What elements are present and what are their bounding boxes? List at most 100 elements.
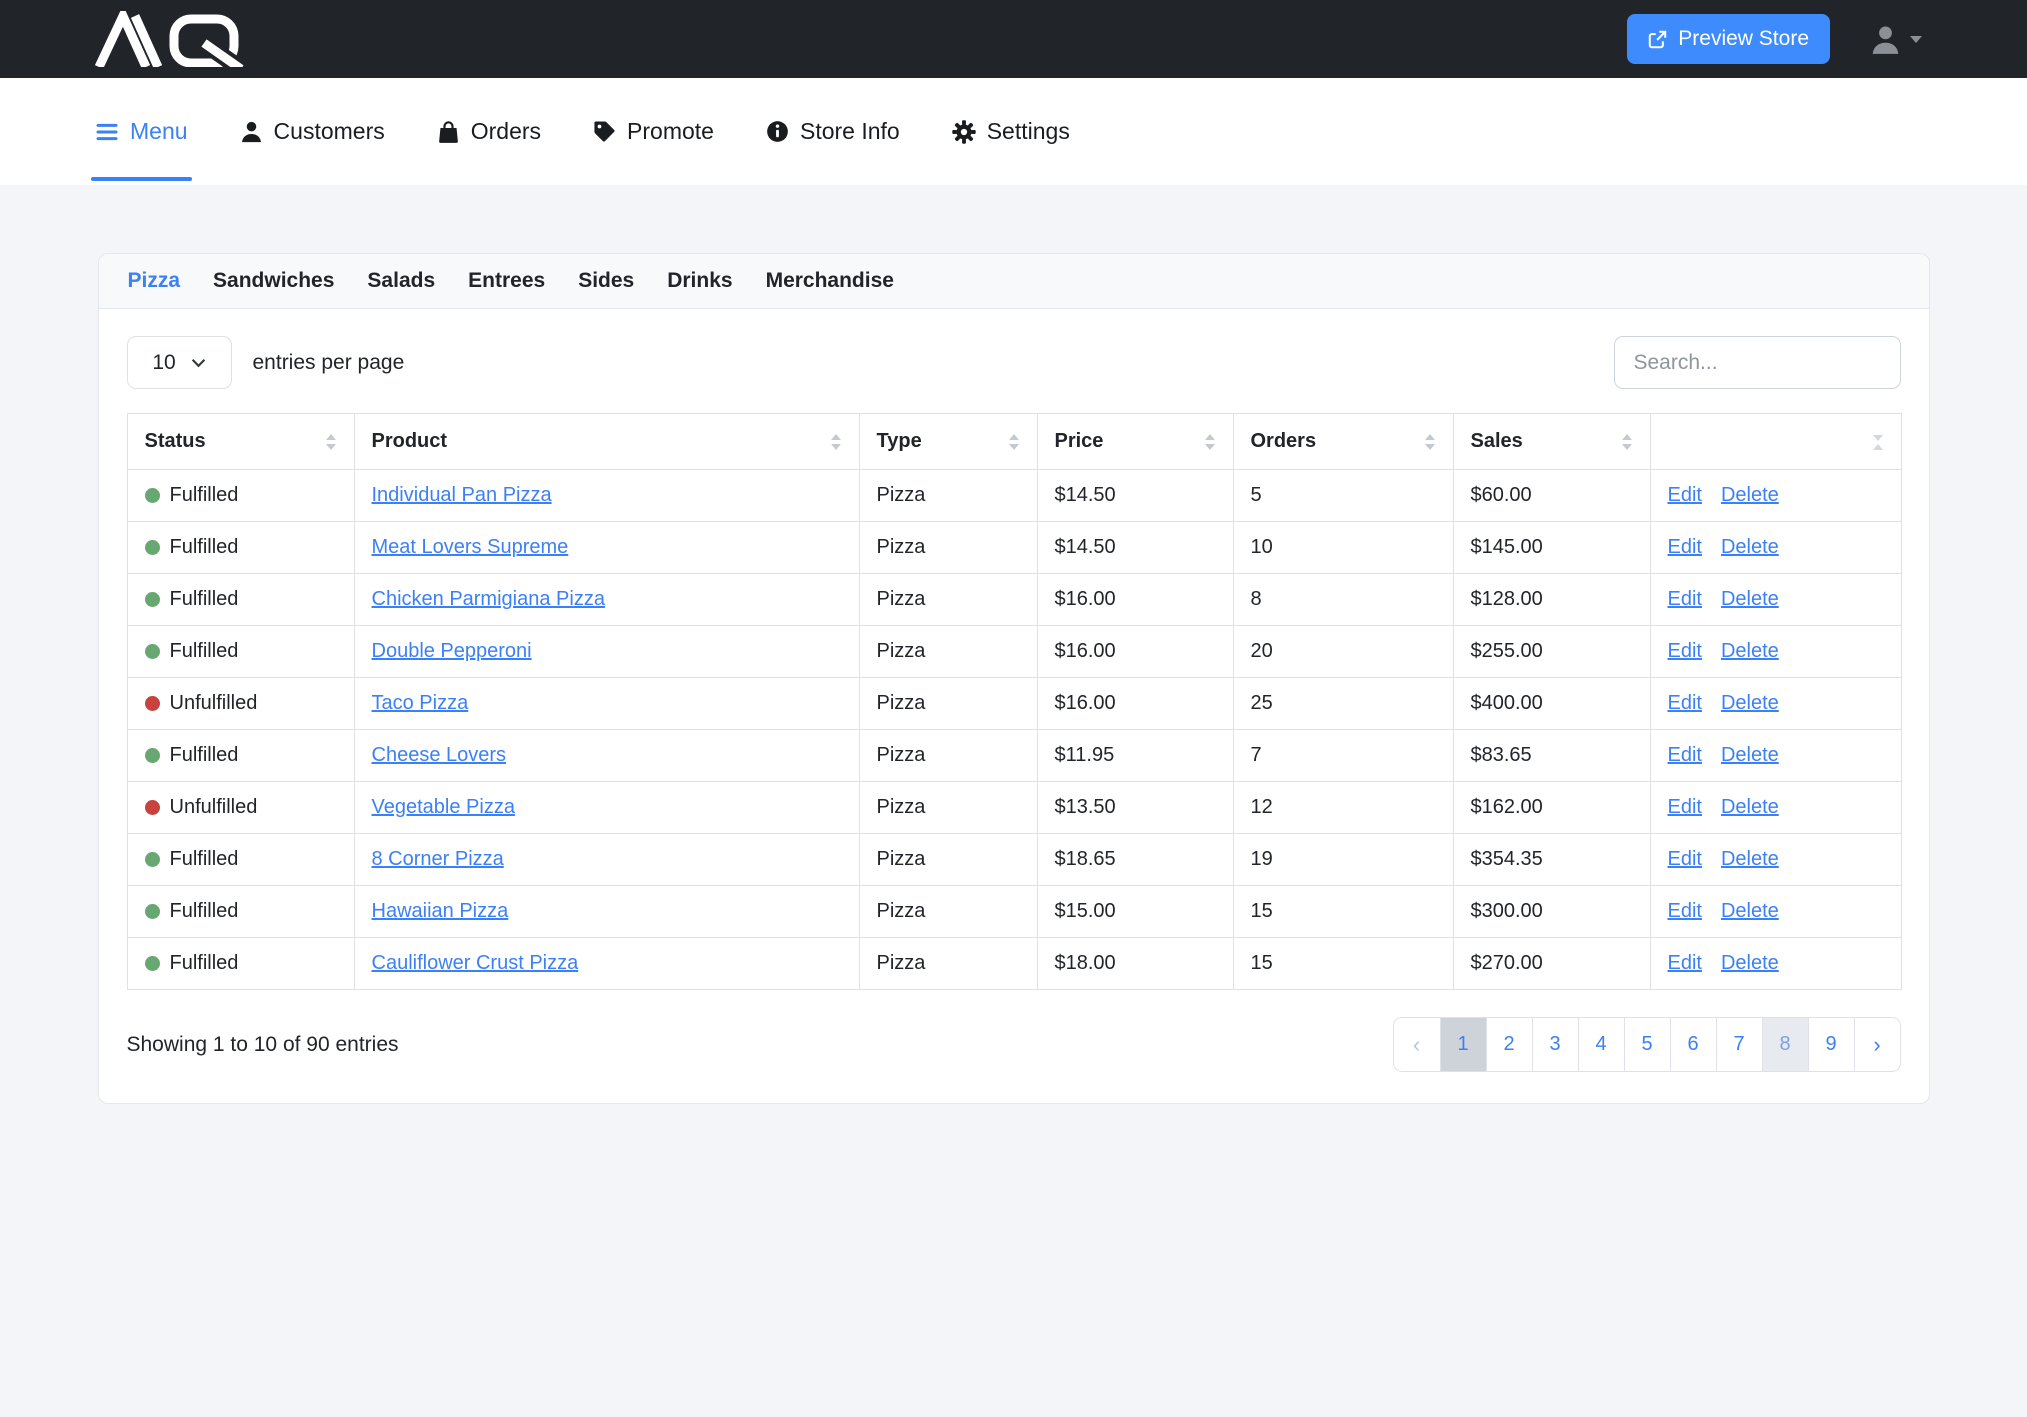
row-action-link[interactable]: Edit: [1668, 536, 1702, 558]
row-action-link[interactable]: Delete: [1721, 588, 1779, 610]
nav-item-label: Customers: [274, 118, 385, 145]
page-button[interactable]: 5: [1624, 1018, 1670, 1071]
row-action-link[interactable]: Edit: [1668, 848, 1702, 870]
row-action-link[interactable]: Delete: [1721, 640, 1779, 662]
sales-cell: $255.00: [1453, 626, 1650, 678]
product-link[interactable]: Individual Pan Pizza: [372, 484, 552, 506]
row-action-link[interactable]: Delete: [1721, 484, 1779, 506]
type-cell: Pizza: [859, 782, 1037, 834]
product-link[interactable]: Hawaiian Pizza: [372, 900, 509, 922]
status-cell: Unfulfilled: [127, 782, 354, 834]
row-action-link[interactable]: Delete: [1721, 536, 1779, 558]
row-action-link[interactable]: Edit: [1668, 744, 1702, 766]
hamburger-icon: [95, 120, 119, 144]
product-link[interactable]: Cheese Lovers: [372, 744, 507, 766]
row-action-link[interactable]: Delete: [1721, 900, 1779, 922]
row-action-link[interactable]: Edit: [1668, 692, 1702, 714]
page-button[interactable]: ‹: [1394, 1018, 1440, 1071]
user-menu[interactable]: [1870, 24, 1922, 55]
row-action-link[interactable]: Edit: [1668, 952, 1702, 974]
column-header-orders[interactable]: Orders: [1233, 414, 1453, 470]
product-link[interactable]: 8 Corner Pizza: [372, 848, 504, 870]
column-header-price[interactable]: Price: [1037, 414, 1233, 470]
product-link[interactable]: Chicken Parmigiana Pizza: [372, 588, 605, 610]
column-header-status[interactable]: Status: [127, 414, 354, 470]
sales-value: $400.00: [1471, 692, 1543, 714]
row-action-link[interactable]: Delete: [1721, 952, 1779, 974]
tab-entrees[interactable]: Entrees: [468, 269, 545, 293]
column-header-type[interactable]: Type: [859, 414, 1037, 470]
row-action-link[interactable]: Edit: [1668, 588, 1702, 610]
row-action-link[interactable]: Delete: [1721, 796, 1779, 818]
page-button[interactable]: 9: [1808, 1018, 1854, 1071]
person-icon: [240, 120, 263, 143]
type-label: Pizza: [877, 640, 926, 662]
entries-per-page-select[interactable]: 10: [127, 336, 232, 389]
tab-salads[interactable]: Salads: [367, 269, 435, 293]
table-header-row: Status Product Type Price Orders Sales: [127, 414, 1901, 470]
page-button[interactable]: 7: [1716, 1018, 1762, 1071]
status-cell: Fulfilled: [127, 522, 354, 574]
status-cell: Fulfilled: [127, 626, 354, 678]
page-button[interactable]: 6: [1670, 1018, 1716, 1071]
row-action-link[interactable]: Edit: [1668, 900, 1702, 922]
status-dot-icon: [145, 540, 160, 555]
nav-item-customers[interactable]: Customers: [240, 78, 385, 185]
page-button[interactable]: 8: [1762, 1018, 1808, 1071]
tab-sandwiches[interactable]: Sandwiches: [213, 269, 334, 293]
nav-item-menu[interactable]: Menu: [95, 78, 188, 185]
product-link[interactable]: Meat Lovers Supreme: [372, 536, 569, 558]
nav-item-store-info[interactable]: Store Info: [766, 78, 900, 185]
price-cell: $18.00: [1037, 938, 1233, 990]
sales-value: $145.00: [1471, 536, 1543, 558]
actions-cell: Edit Delete: [1650, 678, 1901, 730]
page-button[interactable]: 4: [1578, 1018, 1624, 1071]
chevron-down-icon: [191, 358, 206, 368]
tab-drinks[interactable]: Drinks: [667, 269, 732, 293]
row-action-link[interactable]: Edit: [1668, 796, 1702, 818]
row-action-link[interactable]: Delete: [1721, 744, 1779, 766]
sort-icon: [325, 433, 337, 451]
status-label: Fulfilled: [170, 484, 239, 506]
orders-cell: 20: [1233, 626, 1453, 678]
product-cell: Individual Pan Pizza: [354, 470, 859, 522]
nav-item-settings[interactable]: Settings: [952, 78, 1070, 185]
product-link[interactable]: Cauliflower Crust Pizza: [372, 952, 579, 974]
page-button[interactable]: 2: [1486, 1018, 1532, 1071]
status-dot-icon: [145, 904, 160, 919]
table-row: Fulfilled Hawaiian Pizza Pizza $15.00 15…: [127, 886, 1901, 938]
sales-value: $128.00: [1471, 588, 1543, 610]
type-label: Pizza: [877, 744, 926, 766]
preview-store-button[interactable]: Preview Store: [1627, 14, 1830, 64]
row-action-link[interactable]: Delete: [1721, 692, 1779, 714]
page-button[interactable]: 3: [1532, 1018, 1578, 1071]
price-value: $13.50: [1055, 796, 1116, 818]
column-header-actions[interactable]: [1650, 414, 1901, 470]
price-cell: $16.00: [1037, 626, 1233, 678]
product-link[interactable]: Double Pepperoni: [372, 640, 532, 662]
nav-item-promote[interactable]: Promote: [593, 78, 714, 185]
row-action-link[interactable]: Edit: [1668, 640, 1702, 662]
product-link[interactable]: Taco Pizza: [372, 692, 469, 714]
type-label: Pizza: [877, 536, 926, 558]
column-header-sales[interactable]: Sales: [1453, 414, 1650, 470]
orders-cell: 19: [1233, 834, 1453, 886]
sales-value: $270.00: [1471, 952, 1543, 974]
sort-icon: [1424, 433, 1436, 451]
page-button[interactable]: ›: [1854, 1018, 1900, 1071]
status-dot-icon: [145, 488, 160, 503]
sales-value: $255.00: [1471, 640, 1543, 662]
page-button[interactable]: 1: [1440, 1018, 1486, 1071]
orders-value: 7: [1251, 744, 1262, 766]
row-action-link[interactable]: Delete: [1721, 848, 1779, 870]
search-input[interactable]: [1614, 336, 1901, 389]
table-row: Fulfilled Meat Lovers Supreme Pizza $14.…: [127, 522, 1901, 574]
row-action-link[interactable]: Edit: [1668, 484, 1702, 506]
product-link[interactable]: Vegetable Pizza: [372, 796, 515, 818]
tab-merchandise[interactable]: Merchandise: [766, 269, 894, 293]
tab-sides[interactable]: Sides: [578, 269, 634, 293]
column-header-product[interactable]: Product: [354, 414, 859, 470]
table-row: Unfulfilled Taco Pizza Pizza $16.00 25 $…: [127, 678, 1901, 730]
nav-item-orders[interactable]: Orders: [437, 78, 541, 185]
tab-pizza[interactable]: Pizza: [128, 269, 181, 293]
